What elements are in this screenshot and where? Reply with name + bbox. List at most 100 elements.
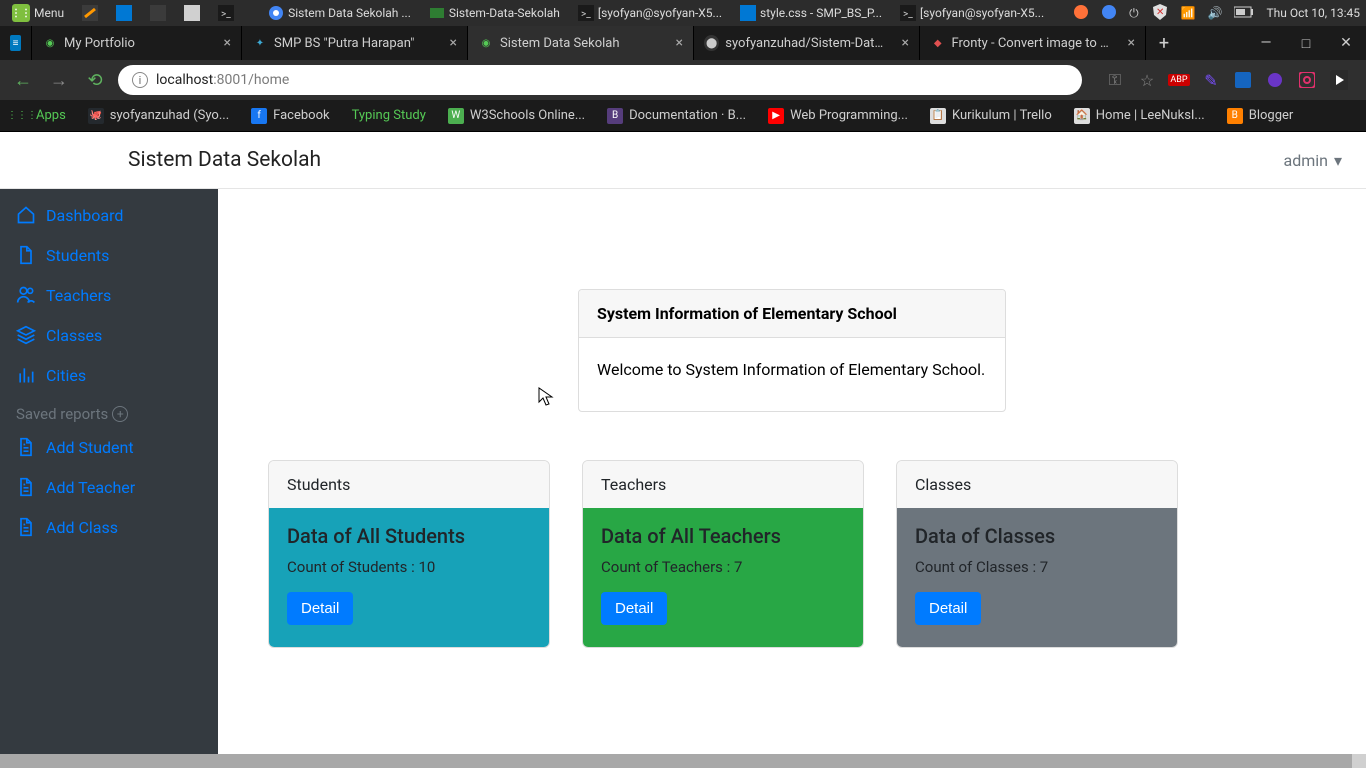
horizontal-scrollbar[interactable] [0, 754, 1366, 768]
detail-button-classes[interactable]: Detail [915, 592, 981, 625]
os-window-term[interactable]: >_[syofyan@syofyan-X5... [572, 0, 728, 26]
clock[interactable]: Thu Oct 10, 13:45 [1266, 6, 1360, 20]
os-task-sublime[interactable] [76, 0, 104, 26]
address-bar: ← → ⟲ i localhost:8001/home ⚿ ☆ ABP ✎ [0, 60, 1366, 100]
plus-circle-icon[interactable]: + [112, 406, 128, 422]
bookmark-blogger[interactable]: BBlogger [1227, 108, 1294, 124]
sidebar-item-label: Teachers [46, 286, 111, 305]
close-icon[interactable]: × [892, 35, 909, 51]
window-minimize[interactable]: — [1246, 26, 1286, 60]
browser-tab-0[interactable]: ◉My Portfolio× [32, 26, 242, 60]
star-icon[interactable]: ☆ [1138, 71, 1156, 89]
sidebar-item-teachers[interactable]: Teachers [0, 275, 218, 315]
site-info-icon[interactable]: i [132, 72, 148, 88]
card-title: Data of Classes [915, 524, 1159, 548]
ext-blue-icon[interactable] [1234, 71, 1252, 89]
shield-icon[interactable]: ✕ [1151, 3, 1169, 24]
os-task-vscode[interactable] [110, 0, 138, 26]
firefox-icon[interactable] [1073, 4, 1089, 23]
browser-tab-3[interactable]: ⬤syofyanzuhad/Sistem-Data-S× [694, 26, 920, 60]
sidebar-item-dashboard[interactable]: Dashboard [0, 195, 218, 235]
feather-icon[interactable]: ✎ [1202, 71, 1220, 89]
card-teachers: Teachers Data of All Teachers Count of T… [582, 460, 864, 648]
url-input[interactable]: i localhost:8001/home [118, 65, 1082, 95]
battery-icon[interactable] [1234, 6, 1254, 21]
detail-button-students[interactable]: Detail [287, 592, 353, 625]
sidebar-item-add-class[interactable]: Add Class [0, 507, 218, 547]
profile-icon[interactable] [1330, 71, 1348, 89]
os-taskbar: ⋮⋮Menu >_ Sistem Data Sekolah ... Sistem… [0, 0, 1366, 26]
sidebar-item-label: Cities [46, 366, 86, 385]
power-icon[interactable]: ⏻ [1129, 6, 1139, 21]
bookmark-typing[interactable]: Typing Study [352, 108, 426, 123]
browser-tab-1[interactable]: ✦SMP BS "Putra Harapan"× [242, 26, 468, 60]
os-window-vscode[interactable]: style.css - SMP_BS_P... [734, 0, 888, 26]
window-maximize[interactable]: □ [1286, 26, 1326, 60]
close-icon[interactable]: × [440, 35, 457, 51]
sidebar-item-label: Add Teacher [46, 478, 135, 497]
bookmark-bootstrap[interactable]: BDocumentation · B... [607, 108, 746, 124]
wifi-icon[interactable]: 📶 [1181, 6, 1196, 20]
svg-text:>_: >_ [581, 9, 591, 20]
bookmark-apps[interactable]: ⋮⋮⋮Apps [14, 108, 66, 124]
os-task-files[interactable] [178, 0, 206, 26]
welcome-title: System Information of Elementary School [579, 290, 1005, 338]
abp-icon[interactable]: ABP [1170, 71, 1188, 89]
main-content: System Information of Elementary School … [218, 189, 1366, 754]
svg-text:>_: >_ [903, 9, 913, 20]
card-title: Data of All Teachers [601, 524, 845, 548]
card-head: Teachers [583, 461, 863, 508]
trello-pinned-tab[interactable]: ≡ [0, 26, 32, 60]
close-icon[interactable]: × [1118, 35, 1135, 51]
browser-tabstrip: ≡ ◉My Portfolio× ✦SMP BS "Putra Harapan"… [0, 26, 1366, 60]
bookmark-w3[interactable]: WW3Schools Online... [448, 108, 585, 124]
os-window-files[interactable]: Sistem-Data-Sekolah [423, 0, 566, 26]
card-count: Count of Students : 10 [287, 558, 531, 576]
os-window-term2[interactable]: >_[syofyan@syofyan-X5... [894, 0, 1050, 26]
sidebar-item-classes[interactable]: Classes [0, 315, 218, 355]
instagram-icon[interactable] [1298, 71, 1316, 89]
new-tab-button[interactable]: + [1146, 26, 1182, 60]
reload-button[interactable]: ⟲ [82, 70, 108, 91]
cursor-icon [538, 387, 554, 407]
sidebar-item-cities[interactable]: Cities [0, 355, 218, 395]
bookmark-github[interactable]: 🐙syofyanzuhad (Syo... [88, 108, 229, 124]
back-button[interactable]: ← [10, 70, 36, 91]
browser-tab-4[interactable]: ◆Fronty - Convert image to HT× [920, 26, 1146, 60]
sidebar-item-students[interactable]: Students [0, 235, 218, 275]
bookmark-trello[interactable]: 📋Kurikulum | Trello [930, 108, 1052, 124]
card-title: Data of All Students [287, 524, 531, 548]
sidebar-item-label: Dashboard [46, 206, 123, 225]
sidebar-item-add-teacher[interactable]: Add Teacher [0, 467, 218, 507]
sidebar-item-label: Classes [46, 326, 102, 345]
bookmarks-bar: ⋮⋮⋮Apps 🐙syofyanzuhad (Syo... fFacebook … [0, 100, 1366, 132]
os-task-term1[interactable]: >_ [212, 0, 240, 26]
close-icon[interactable]: × [214, 35, 231, 51]
user-dropdown[interactable]: admin▾ [1283, 151, 1342, 170]
card-students: Students Data of All Students Count of S… [268, 460, 550, 648]
ext-purple-icon[interactable] [1266, 71, 1284, 89]
close-icon[interactable]: × [666, 35, 683, 51]
chevron-down-icon: ▾ [1334, 151, 1342, 170]
detail-button-teachers[interactable]: Detail [601, 592, 667, 625]
card-count: Count of Teachers : 7 [601, 558, 845, 576]
sidebar-item-add-student[interactable]: Add Student [0, 427, 218, 467]
volume-icon[interactable]: 🔊 [1208, 6, 1223, 20]
os-menu[interactable]: ⋮⋮Menu [6, 0, 70, 26]
sidebar: Dashboard Students Teachers Classes Citi… [0, 189, 218, 754]
app-brand[interactable]: Sistem Data Sekolah [128, 148, 321, 172]
saved-reports-heading: Saved reports+ [0, 395, 218, 427]
welcome-body: Welcome to System Information of Element… [579, 338, 1005, 411]
svg-text:>_: >_ [221, 9, 231, 20]
os-task-stack[interactable] [144, 0, 172, 26]
os-window-chrome[interactable]: Sistem Data Sekolah ... [262, 0, 417, 26]
bookmark-facebook[interactable]: fFacebook [251, 108, 329, 124]
bookmark-youtube[interactable]: ▶Web Programming... [768, 108, 908, 124]
window-close[interactable]: ✕ [1326, 26, 1366, 60]
page-viewport: Sistem Data Sekolah admin▾ Dashboard Stu… [0, 132, 1366, 768]
bookmark-leenuks[interactable]: 🏠Home | LeeNuksI... [1074, 108, 1205, 124]
chrome-icon[interactable] [1101, 4, 1117, 23]
browser-tab-2[interactable]: ◉Sistem Data Sekolah× [468, 26, 694, 60]
key-icon[interactable]: ⚿ [1106, 71, 1124, 89]
card-head: Students [269, 461, 549, 508]
